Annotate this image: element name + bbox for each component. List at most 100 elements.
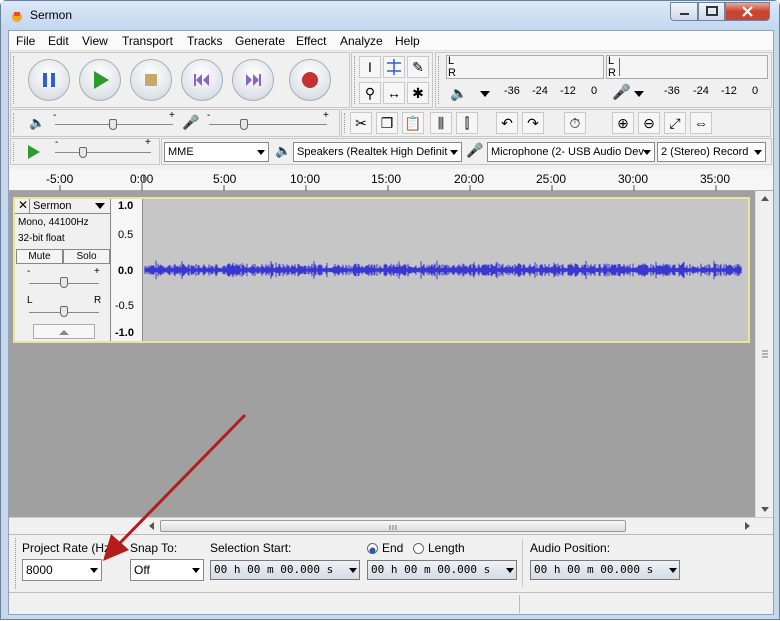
toolbar-grip[interactable] — [13, 142, 16, 161]
silence-icon[interactable]: ⫿ — [456, 112, 478, 134]
gain-min-label: - — [27, 266, 31, 277]
toolbar-grip[interactable] — [354, 56, 357, 104]
time-shift-tool-icon[interactable]: ↔ — [383, 82, 405, 104]
end-radio-label[interactable]: End — [382, 541, 403, 555]
menu-effect[interactable]: Effect — [296, 34, 326, 48]
recording-device-select[interactable]: Microphone (2- USB Audio Dev — [487, 142, 655, 162]
title-bar[interactable]: Sermon — [1, 1, 779, 30]
toolbar-grip[interactable] — [344, 113, 347, 133]
chevron-down-icon[interactable] — [480, 91, 490, 97]
horizontal-scrollbar[interactable] — [9, 517, 773, 534]
menu-generate[interactable]: Generate — [235, 34, 285, 48]
menu-analyze[interactable]: Analyze — [340, 34, 383, 48]
audio-track[interactable]: ✕ Sermon Mono, 44100Hz 32-bit float Mute… — [13, 197, 750, 343]
menu-edit[interactable]: Edit — [48, 34, 69, 48]
collapse-track-button[interactable] — [33, 324, 95, 339]
meter-toolbar: L R L R 🔈 -36 -24 -12 0 🎤 -36 -24 -12 0 — [435, 52, 772, 108]
pan-left-label: L — [27, 295, 33, 306]
track-name-button[interactable]: Sermon — [33, 200, 72, 212]
playback-meter[interactable]: L R — [446, 55, 604, 79]
selection-end-field[interactable]: 00 h 00 m 00.000 s — [367, 560, 517, 580]
input-volume-thumb[interactable] — [240, 119, 248, 130]
stop-button[interactable] — [130, 59, 172, 101]
menu-transport[interactable]: Transport — [122, 34, 173, 48]
transport-toolbar — [10, 52, 350, 108]
length-radio[interactable] — [413, 543, 424, 554]
speaker-icon[interactable]: 🔈 — [450, 85, 467, 102]
microphone-icon[interactable]: 🎤 — [612, 83, 631, 101]
length-radio-label[interactable]: Length — [428, 541, 465, 555]
selection-toolbar: Project Rate (Hz) 8000 Snap To: Off Sele… — [9, 534, 773, 592]
snap-to-select[interactable]: Off — [130, 559, 204, 581]
recording-channels-select[interactable]: 2 (Stereo) Record — [657, 142, 766, 162]
recording-channels-value: 2 (Stereo) Record — [661, 146, 749, 158]
solo-button[interactable]: Solo — [63, 249, 110, 264]
end-radio[interactable] — [367, 543, 378, 554]
gain-thumb[interactable] — [60, 277, 68, 288]
toolbar-grip[interactable] — [15, 538, 18, 589]
zoom-in-icon[interactable]: ⊕ — [612, 112, 634, 134]
pause-button[interactable] — [28, 59, 70, 101]
track-panel[interactable]: ✕ Sermon Mono, 44100Hz 32-bit float Mute… — [9, 191, 773, 517]
track-format-info: Mono, 44100Hz — [18, 217, 89, 228]
copy-icon[interactable]: ❐ — [376, 112, 398, 134]
sync-lock-icon[interactable]: ⏱ — [564, 112, 586, 134]
menu-view[interactable]: View — [82, 34, 108, 48]
redo-icon[interactable]: ↷ — [522, 112, 544, 134]
slider-max-mark: + — [145, 137, 151, 148]
amplitude-label: 0.5 — [118, 229, 134, 241]
play-speed-thumb[interactable] — [79, 147, 87, 158]
chevron-down-icon[interactable] — [634, 91, 644, 97]
waveform-display[interactable] — [144, 199, 748, 341]
selection-end-value: 00 h 00 m 00.000 s — [371, 563, 491, 576]
pan-right-label: R — [94, 295, 102, 306]
paste-icon[interactable]: 📋 — [402, 112, 424, 134]
record-button[interactable] — [289, 59, 331, 101]
draw-tool-icon[interactable]: ✎ — [407, 56, 429, 78]
horizontal-scroll-thumb[interactable] — [160, 520, 626, 532]
multi-tool-icon[interactable]: ✱ — [407, 82, 429, 104]
transcription-toolbar: - + — [10, 137, 160, 165]
fit-project-icon[interactable]: ⇔ — [690, 112, 712, 134]
envelope-tool-icon[interactable] — [383, 56, 405, 78]
toolbar-grip[interactable] — [13, 56, 16, 104]
maximize-button[interactable] — [698, 2, 725, 21]
vertical-amplitude-ruler: 1.0 0.5 0.0 -0.5 -1.0 — [111, 199, 143, 341]
undo-icon[interactable]: ↶ — [496, 112, 518, 134]
pan-thumb[interactable] — [60, 306, 68, 317]
close-button[interactable] — [725, 2, 770, 21]
recording-meter[interactable]: L R — [606, 55, 768, 79]
zoom-tool-icon[interactable]: ⚲ — [359, 82, 381, 104]
fit-selection-icon[interactable]: ⤢ — [664, 112, 686, 134]
play-button[interactable] — [79, 59, 121, 101]
menu-file[interactable]: File — [16, 34, 35, 48]
minimize-button[interactable] — [670, 2, 698, 21]
toolbar-grip[interactable] — [438, 56, 441, 104]
audio-host-select[interactable]: MME — [164, 142, 269, 162]
audio-position-field[interactable]: 00 h 00 m 00.000 s — [530, 560, 680, 580]
trim-icon[interactable]: ⫼ — [430, 112, 452, 134]
toolbar-grip[interactable] — [13, 113, 16, 133]
meter-scale-label: -12 — [560, 85, 576, 97]
skip-to-end-button[interactable] — [232, 59, 274, 101]
close-icon[interactable]: ✕ — [17, 199, 30, 213]
menu-help[interactable]: Help — [395, 34, 420, 48]
play-speed-slider[interactable] — [55, 152, 151, 153]
audio-position-label: Audio Position: — [530, 541, 611, 555]
playback-device-select[interactable]: Speakers (Realtek High Definit — [293, 142, 462, 162]
timeline-ruler[interactable]: -5:00 0:00 5:00 10:00 15:00 20:00 25:00 … — [9, 169, 773, 191]
project-rate-select[interactable]: 8000 — [22, 559, 102, 581]
zoom-out-icon[interactable]: ⊖ — [638, 112, 660, 134]
input-volume-slider[interactable] — [209, 124, 327, 125]
selection-tool-icon[interactable]: I — [359, 56, 381, 78]
selection-start-field[interactable]: 00 h 00 m 00.000 s — [210, 560, 360, 580]
mute-button[interactable]: Mute — [16, 249, 63, 264]
play-at-speed-icon[interactable] — [25, 143, 43, 161]
vertical-scrollbar[interactable] — [755, 191, 773, 517]
skip-to-start-button[interactable] — [181, 59, 223, 101]
menu-tracks[interactable]: Tracks — [187, 34, 223, 48]
output-volume-thumb[interactable] — [109, 119, 117, 130]
cut-icon[interactable]: ✂ — [350, 112, 372, 134]
chevron-down-icon[interactable] — [95, 203, 105, 209]
track-control-panel: ✕ Sermon Mono, 44100Hz 32-bit float Mute… — [15, 199, 111, 341]
